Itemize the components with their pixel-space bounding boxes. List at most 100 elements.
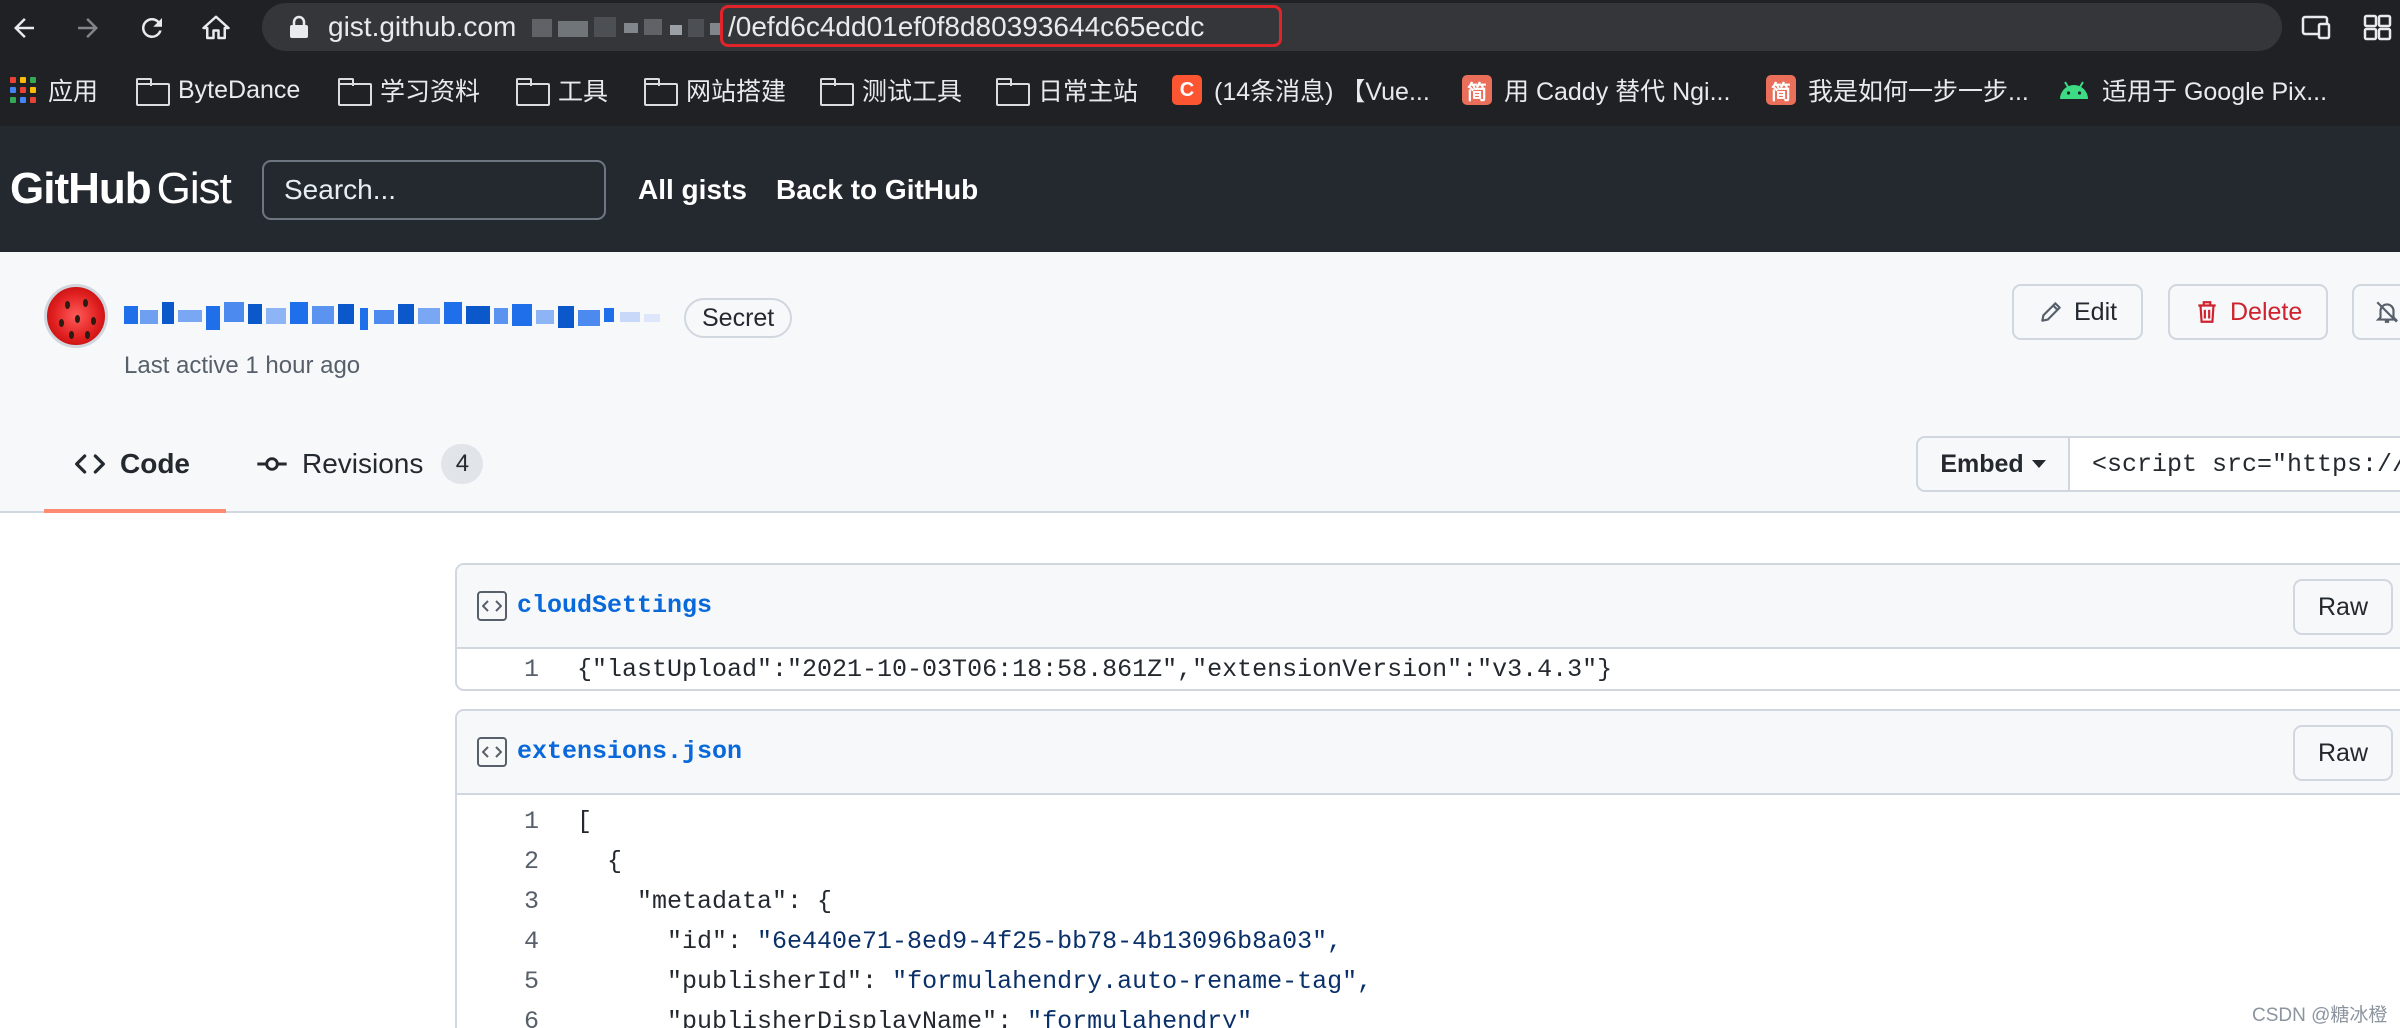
code-block: 1 [ 2 { 3 "metadata": { 4 "id": "6e440e7… bbox=[457, 795, 2400, 1028]
bookmark-folder-testing[interactable]: 测试工具 bbox=[820, 70, 962, 110]
line-number[interactable]: 1 bbox=[457, 807, 539, 836]
bookmark-folder-tools[interactable]: 工具 bbox=[516, 70, 608, 110]
raw-button[interactable]: Raw bbox=[2293, 579, 2393, 635]
bookmark-label: 适用于 Google Pix... bbox=[2102, 78, 2328, 106]
jianshu-icon: 简 bbox=[1766, 75, 1796, 105]
back-to-github-link[interactable]: Back to GitHub bbox=[776, 174, 978, 206]
caret-down-icon bbox=[2031, 460, 2046, 468]
bookmark-folder-study[interactable]: 学习资料 bbox=[338, 70, 480, 110]
code-line: 6 "publisherDisplayName": "formulahendry… bbox=[457, 1001, 2400, 1028]
bookmark-google-pixel[interactable]: 适用于 Google Pix... bbox=[2058, 70, 2327, 110]
search-input[interactable] bbox=[262, 160, 606, 220]
revisions-count-badge: 4 bbox=[441, 444, 484, 484]
file-header: cloudSettings Raw bbox=[457, 565, 2400, 649]
json-string: "6e440e71-8ed9-4f25-bb78-4b13096b8a03", bbox=[757, 927, 1343, 956]
file-box-cloudsettings: cloudSettings Raw 1 {"lastUpload":"2021-… bbox=[455, 563, 2400, 691]
tab-code[interactable]: Code bbox=[44, 438, 226, 513]
file-name-link[interactable]: extensions.json bbox=[517, 737, 742, 766]
edit-button[interactable]: Edit bbox=[2012, 284, 2144, 340]
bookmark-label: 日常主站 bbox=[1038, 78, 1139, 106]
lock-icon bbox=[290, 15, 308, 38]
embed-dropdown-button[interactable]: Embed bbox=[1916, 436, 2070, 492]
folder-icon bbox=[516, 78, 550, 106]
back-button[interactable] bbox=[4, 8, 44, 48]
folder-icon bbox=[136, 78, 170, 106]
bookmark-label: 测试工具 bbox=[862, 78, 963, 106]
line-number[interactable]: 4 bbox=[457, 927, 539, 956]
folder-icon bbox=[338, 78, 372, 106]
tab-revisions-label: Revisions bbox=[302, 448, 424, 479]
csdn-icon: C bbox=[1172, 75, 1202, 105]
url-redacted-segment bbox=[532, 17, 720, 37]
bookmark-step-by-step[interactable]: 简 我是如何一步一步... bbox=[1766, 70, 2029, 110]
embed-label: Embed bbox=[1940, 449, 2024, 478]
last-active-text: Last active 1 hour ago bbox=[124, 352, 361, 379]
bookmark-folder-bytedance[interactable]: ByteDance bbox=[136, 70, 300, 110]
subscribe-button[interactable] bbox=[2352, 284, 2400, 340]
bookmark-caddy[interactable]: 简 用 Caddy 替代 Ngi... bbox=[1462, 70, 1730, 110]
code-line: 5 "publisherId": "formulahendry.auto-ren… bbox=[457, 961, 2400, 1001]
line-number[interactable]: 5 bbox=[457, 967, 539, 996]
bookmark-label: 应用 bbox=[48, 78, 99, 106]
bookmark-folder-website[interactable]: 网站搭建 bbox=[644, 70, 786, 110]
cast-icon[interactable] bbox=[2300, 12, 2332, 42]
gist-page-head: Secret Last active 1 hour ago Edit Delet… bbox=[0, 252, 2400, 513]
code-line: 1 {"lastUpload":"2021-10-03T06:18:58.861… bbox=[457, 649, 2400, 689]
address-bar[interactable]: gist.github.com /0efd6c4dd01ef0f8d803936… bbox=[262, 3, 2282, 51]
code-icon bbox=[75, 454, 105, 474]
arrow-right-icon bbox=[78, 18, 98, 38]
extensions-icon[interactable] bbox=[2362, 12, 2394, 42]
json-key: "id": bbox=[577, 927, 758, 956]
secret-badge: Secret bbox=[684, 298, 793, 338]
bookmark-label: 学习资料 bbox=[380, 78, 481, 106]
url-host: gist.github.com bbox=[328, 11, 517, 42]
home-button[interactable] bbox=[196, 8, 236, 48]
file-header: extensions.json Raw bbox=[457, 711, 2400, 795]
gist-title-redacted[interactable] bbox=[124, 296, 668, 336]
line-code: "publisherDisplayName": "formulahendry" bbox=[577, 1007, 1252, 1028]
embed-code-field[interactable]: <script src="https:// bbox=[2068, 436, 2400, 492]
json-string: "formulahendry" bbox=[1027, 1007, 1253, 1028]
arrow-left-icon bbox=[14, 18, 34, 38]
delete-button[interactable]: Delete bbox=[2168, 284, 2329, 340]
reload-button[interactable] bbox=[132, 8, 172, 48]
browser-toolbar: gist.github.com /0efd6c4dd01ef0f8d803936… bbox=[0, 0, 2400, 54]
line-code: "metadata": { bbox=[577, 887, 833, 916]
code-file-icon bbox=[477, 591, 507, 621]
all-gists-link[interactable]: All gists bbox=[638, 174, 747, 206]
csdn-watermark: CSDN @糖冰橙 bbox=[2252, 1005, 2388, 1026]
tab-revisions[interactable]: Revisions 4 bbox=[256, 438, 484, 513]
bookmark-folder-daily[interactable]: 日常主站 bbox=[996, 70, 1138, 110]
reload-icon bbox=[141, 17, 162, 38]
raw-button[interactable]: Raw bbox=[2293, 725, 2393, 781]
github-gist-logo[interactable]: GitHub Gist bbox=[10, 164, 232, 214]
delete-label: Delete bbox=[2230, 297, 2303, 326]
line-number[interactable]: 1 bbox=[457, 655, 539, 684]
forward-button[interactable] bbox=[68, 8, 108, 48]
bookmarks-bar: 应用 ByteDance 学习资料 工具 网站搭建 测试工具 日常主站 C (1… bbox=[0, 54, 2400, 126]
home-icon bbox=[202, 15, 230, 40]
line-number[interactable]: 6 bbox=[457, 1007, 539, 1028]
code-file-icon bbox=[477, 737, 507, 767]
url-gist-id: /0efd6c4dd01ef0f8d80393644c65ecdc bbox=[728, 11, 1205, 42]
line-number[interactable]: 2 bbox=[457, 847, 539, 876]
file-box-extensions-json: extensions.json Raw 1 [ 2 { 3 "metadata"… bbox=[455, 709, 2400, 1028]
line-code: "id": "6e440e71-8ed9-4f25-bb78-4b13096b8… bbox=[577, 927, 1342, 956]
tab-code-label: Code bbox=[120, 448, 190, 479]
bookmark-label: 工具 bbox=[558, 78, 609, 106]
json-key: "publisherId": bbox=[577, 967, 893, 996]
gist-header: GitHubGist All gists Back to GitHub bbox=[0, 126, 2400, 252]
avatar[interactable] bbox=[44, 284, 108, 348]
jianshu-icon: 简 bbox=[1462, 75, 1492, 105]
bookmark-csdn[interactable]: C (14条消息) 【Vue... bbox=[1172, 70, 1430, 110]
folder-icon bbox=[820, 78, 854, 106]
edit-label: Edit bbox=[2074, 297, 2118, 326]
line-number[interactable]: 3 bbox=[457, 887, 539, 916]
file-name-link[interactable]: cloudSettings bbox=[517, 591, 712, 620]
code-line: 4 "id": "6e440e71-8ed9-4f25-bb78-4b13096… bbox=[457, 921, 2400, 961]
logo-gist-text: Gist bbox=[156, 164, 232, 213]
apps-grid-icon bbox=[10, 77, 36, 103]
json-key: "publisherDisplayName": bbox=[577, 1007, 1028, 1028]
logo-github-text: GitHub bbox=[10, 164, 152, 213]
bookmark-apps[interactable]: 应用 bbox=[10, 70, 98, 110]
